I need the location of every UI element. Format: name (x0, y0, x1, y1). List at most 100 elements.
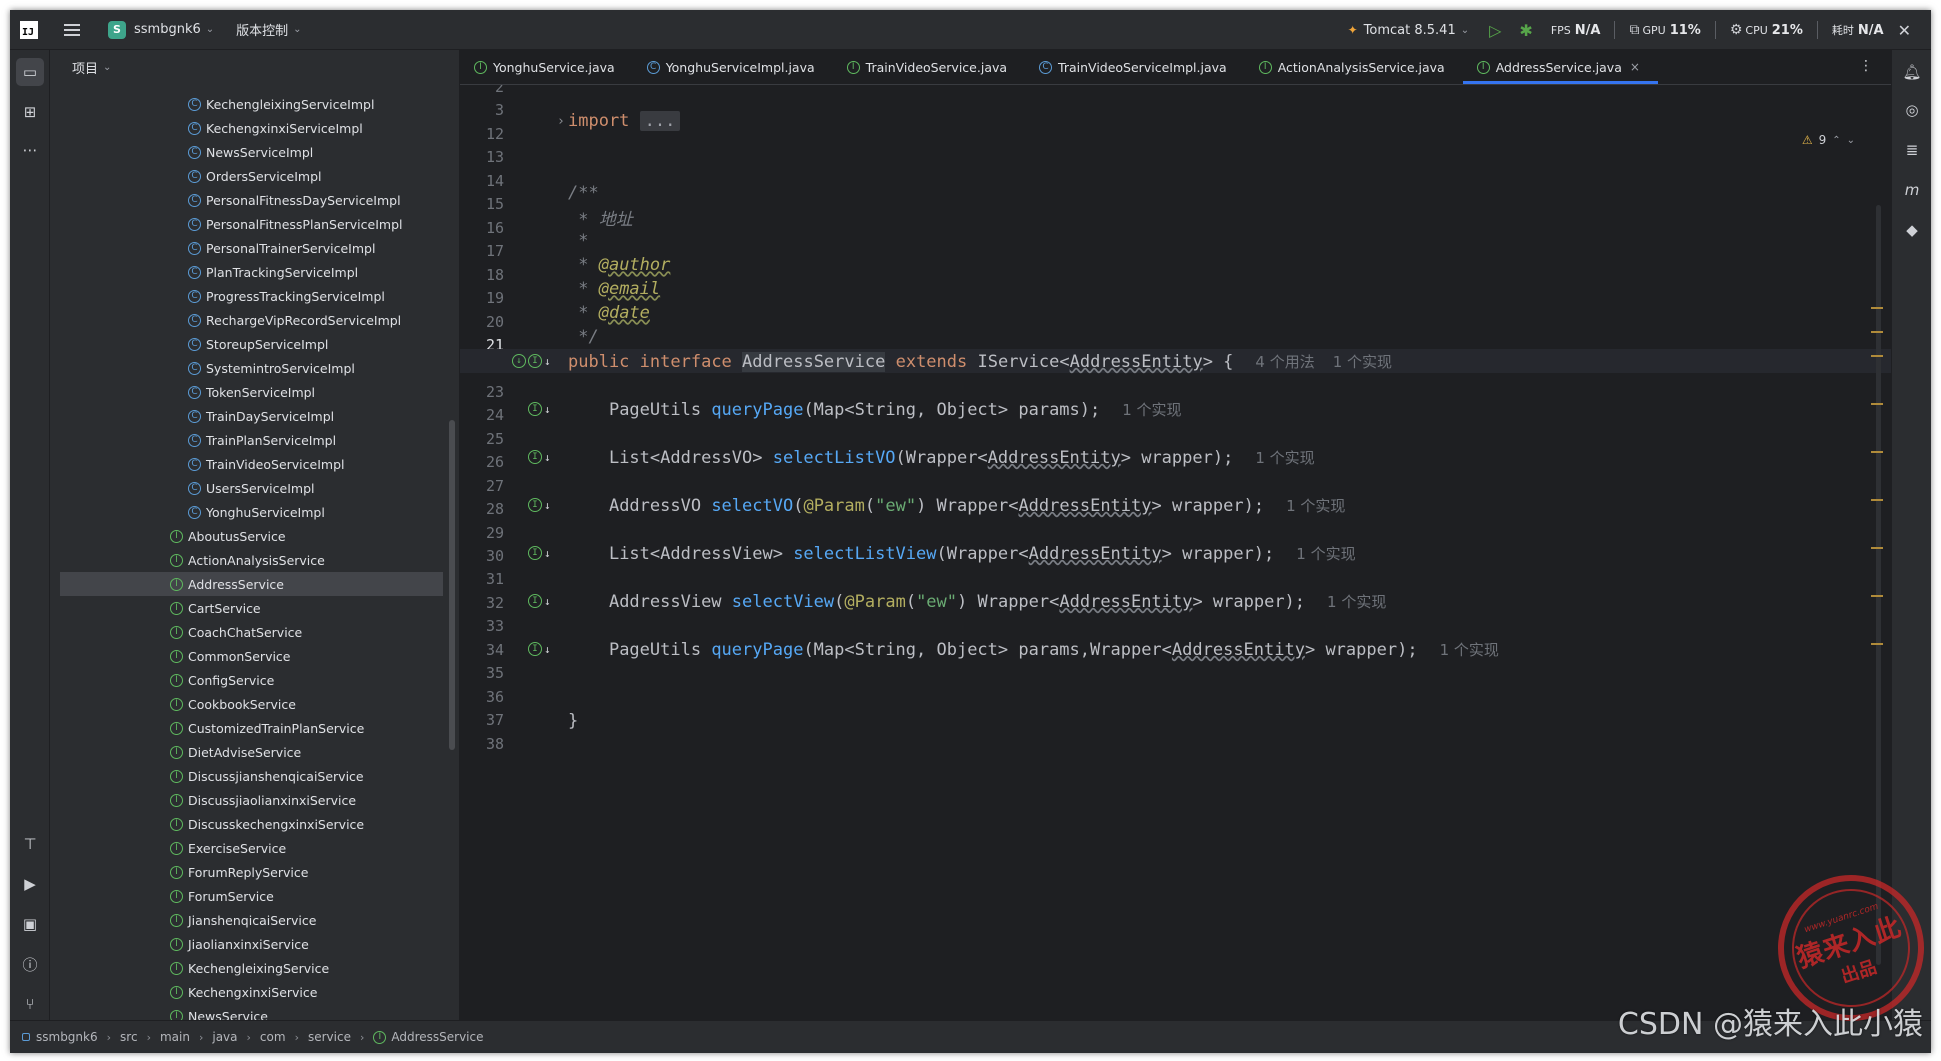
error-stripe-mark[interactable] (1871, 547, 1883, 549)
structure-icon[interactable]: ⊞ (16, 98, 44, 126)
tree-item[interactable]: C RechargeVipRecordServiceImpl (50, 308, 459, 332)
tree-item[interactable]: C YonghuServiceImpl (50, 500, 459, 524)
implementations-hint[interactable]: 1 个实现 (1327, 593, 1386, 611)
ai-assistant-icon[interactable]: ◎ (1900, 98, 1924, 122)
editor-tab[interactable]: C YonghuServiceImpl.java (633, 50, 833, 84)
project-view-selector[interactable]: 项目 ⌄ (50, 50, 459, 85)
project-switcher[interactable]: S ssmbgnk6 ⌄ (108, 20, 214, 39)
implementations-hint[interactable]: 1 个实现 (1122, 401, 1181, 419)
implemented-icon[interactable]: I (528, 642, 542, 656)
breadcrumb-item[interactable]: service (308, 1030, 351, 1044)
tree-item[interactable]: I ForumService (50, 884, 459, 908)
tree-item[interactable]: I JiaolianxinxiService (50, 932, 459, 956)
tree-item[interactable]: C StoreupServiceImpl (50, 332, 459, 356)
error-stripe-mark[interactable] (1871, 643, 1883, 645)
tree-item[interactable]: I CookbookService (50, 692, 459, 716)
main-menu-button[interactable] (64, 20, 84, 40)
editor-scrollbar[interactable] (1876, 205, 1881, 965)
error-stripe-mark[interactable] (1871, 451, 1883, 453)
git-icon[interactable]: ⑂ (16, 990, 44, 1018)
error-stripe-mark[interactable] (1871, 499, 1883, 501)
more-vertical-icon[interactable]: ⋮ (1859, 58, 1873, 74)
more-icon[interactable]: ⋯ (16, 136, 44, 164)
chevron-up-icon[interactable]: ⌃ (1832, 135, 1840, 146)
tree-item[interactable]: I AboutusService (50, 524, 459, 548)
tree-item[interactable]: I CommonService (50, 644, 459, 668)
tree-item[interactable]: C ProgressTrackingServiceImpl (50, 284, 459, 308)
implementations-hint[interactable]: 1 个实现 (1255, 449, 1314, 467)
tree-item[interactable]: I CoachChatService (50, 620, 459, 644)
tree-item[interactable]: C PersonalFitnessDayServiceImpl (50, 188, 459, 212)
code-editor[interactable]: ⚠ 9 ⌃ ⌄ 23121314151617181920212223242526… (460, 85, 1891, 1020)
database-icon[interactable]: ≣ (1900, 138, 1924, 162)
tree-item[interactable]: C KechengxinxiServiceImpl (50, 116, 459, 140)
tree-item[interactable]: I JianshenqicaiService (50, 908, 459, 932)
tree-item[interactable]: C PlanTrackingServiceImpl (50, 260, 459, 284)
tree-item[interactable]: I KechengleixingService (50, 956, 459, 980)
run-icon[interactable]: ▷ (1489, 21, 1501, 40)
implementations-hint[interactable]: 1 个实现 (1296, 545, 1355, 563)
breadcrumb-item[interactable]: src (120, 1030, 138, 1044)
project-scrollbar[interactable] (449, 420, 455, 750)
implemented-icon[interactable]: I (528, 594, 542, 608)
error-stripe-mark[interactable] (1871, 355, 1883, 357)
tree-item[interactable]: I CartService (50, 596, 459, 620)
vcs-menu[interactable]: 版本控制 ⌄ (236, 20, 301, 39)
tree-item[interactable]: I DiscussjianshenqicaiService (50, 764, 459, 788)
breadcrumb-item[interactable]: ssmbgnk6 (22, 1030, 98, 1044)
terminal-icon[interactable]: ▣ (16, 910, 44, 938)
editor-tab[interactable]: I ActionAnalysisService.java (1245, 50, 1463, 84)
debug-icon[interactable]: ✱ (1519, 21, 1532, 40)
implemented-icon[interactable]: I (528, 546, 542, 560)
implemented-icon[interactable]: I (528, 450, 542, 464)
build-icon[interactable]: ⊤ (16, 830, 44, 858)
tree-item[interactable]: C OrdersServiceImpl (50, 164, 459, 188)
services-icon[interactable]: ▶ (16, 870, 44, 898)
tree-item[interactable]: C NewsServiceImpl (50, 140, 459, 164)
tree-item[interactable]: C KechengleixingServiceImpl (50, 92, 459, 116)
editor-tab[interactable]: I AddressService.java × (1462, 50, 1659, 84)
tree-item[interactable]: C PersonalTrainerServiceImpl (50, 236, 459, 260)
error-stripe-mark[interactable] (1871, 331, 1883, 333)
tree-item[interactable]: I ExerciseService (50, 836, 459, 860)
editor-tab[interactable]: I YonghuService.java (460, 50, 633, 84)
tree-item[interactable]: I NewsService (50, 1004, 459, 1020)
error-stripe-mark[interactable] (1871, 307, 1883, 309)
implemented-icon[interactable]: I (528, 402, 542, 416)
implemented-icon[interactable]: I (528, 498, 542, 512)
error-stripe-mark[interactable] (1871, 403, 1883, 405)
tree-item[interactable]: I DietAdviseService (50, 740, 459, 764)
implemented-icon[interactable]: I (528, 354, 542, 368)
tree-item[interactable]: C TokenServiceImpl (50, 380, 459, 404)
chevron-down-icon[interactable]: ⌄ (1847, 135, 1855, 146)
folded-imports[interactable]: ... (639, 111, 681, 131)
fold-expand-icon[interactable]: › (557, 114, 565, 129)
implementations-hint[interactable]: 1 个实现 (1286, 497, 1345, 515)
run-configuration-selector[interactable]: ✦ Tomcat 8.5.41 ⌄ (1348, 23, 1470, 38)
tree-item[interactable]: C PersonalFitnessPlanServiceImpl (50, 212, 459, 236)
plugin-icon[interactable]: ◆ (1900, 218, 1924, 242)
tree-item[interactable]: I KechengxinxiService (50, 980, 459, 1004)
implemented-icon[interactable]: ↓ (512, 354, 526, 368)
folder-icon[interactable]: ▭ (16, 58, 44, 86)
breadcrumb-item[interactable]: java (212, 1030, 237, 1044)
implementations-hint[interactable]: 1 个实现 (1333, 353, 1392, 371)
notifications-icon[interactable]: 🔔︎ (1900, 60, 1924, 84)
usages-hint[interactable]: 4 个用法 (1255, 353, 1314, 371)
breadcrumb-item[interactable]: I AddressService (373, 1030, 484, 1044)
tree-item[interactable]: I DiscussjiaolianxinxiService (50, 788, 459, 812)
close-icon[interactable]: × (1630, 60, 1640, 74)
tree-item[interactable]: I ForumReplyService (50, 860, 459, 884)
maven-icon[interactable]: m (1900, 178, 1924, 202)
problems-icon[interactable]: ⓘ (16, 950, 44, 978)
tree-item[interactable]: I ActionAnalysisService (50, 548, 459, 572)
editor-tab[interactable]: I TrainVideoService.java (833, 50, 1025, 84)
tree-item[interactable]: C SystemintroServiceImpl (50, 356, 459, 380)
inspection-widget[interactable]: ⚠ 9 ⌃ ⌄ (1802, 133, 1855, 147)
close-icon[interactable]: ✕ (1898, 21, 1911, 40)
tree-item[interactable]: C TrainVideoServiceImpl (50, 452, 459, 476)
tree-item[interactable]: I DiscusskechengxinxiService (50, 812, 459, 836)
tree-item[interactable]: I CustomizedTrainPlanService (50, 716, 459, 740)
tree-item[interactable]: C UsersServiceImpl (50, 476, 459, 500)
tree-item[interactable]: I AddressService (60, 572, 443, 596)
